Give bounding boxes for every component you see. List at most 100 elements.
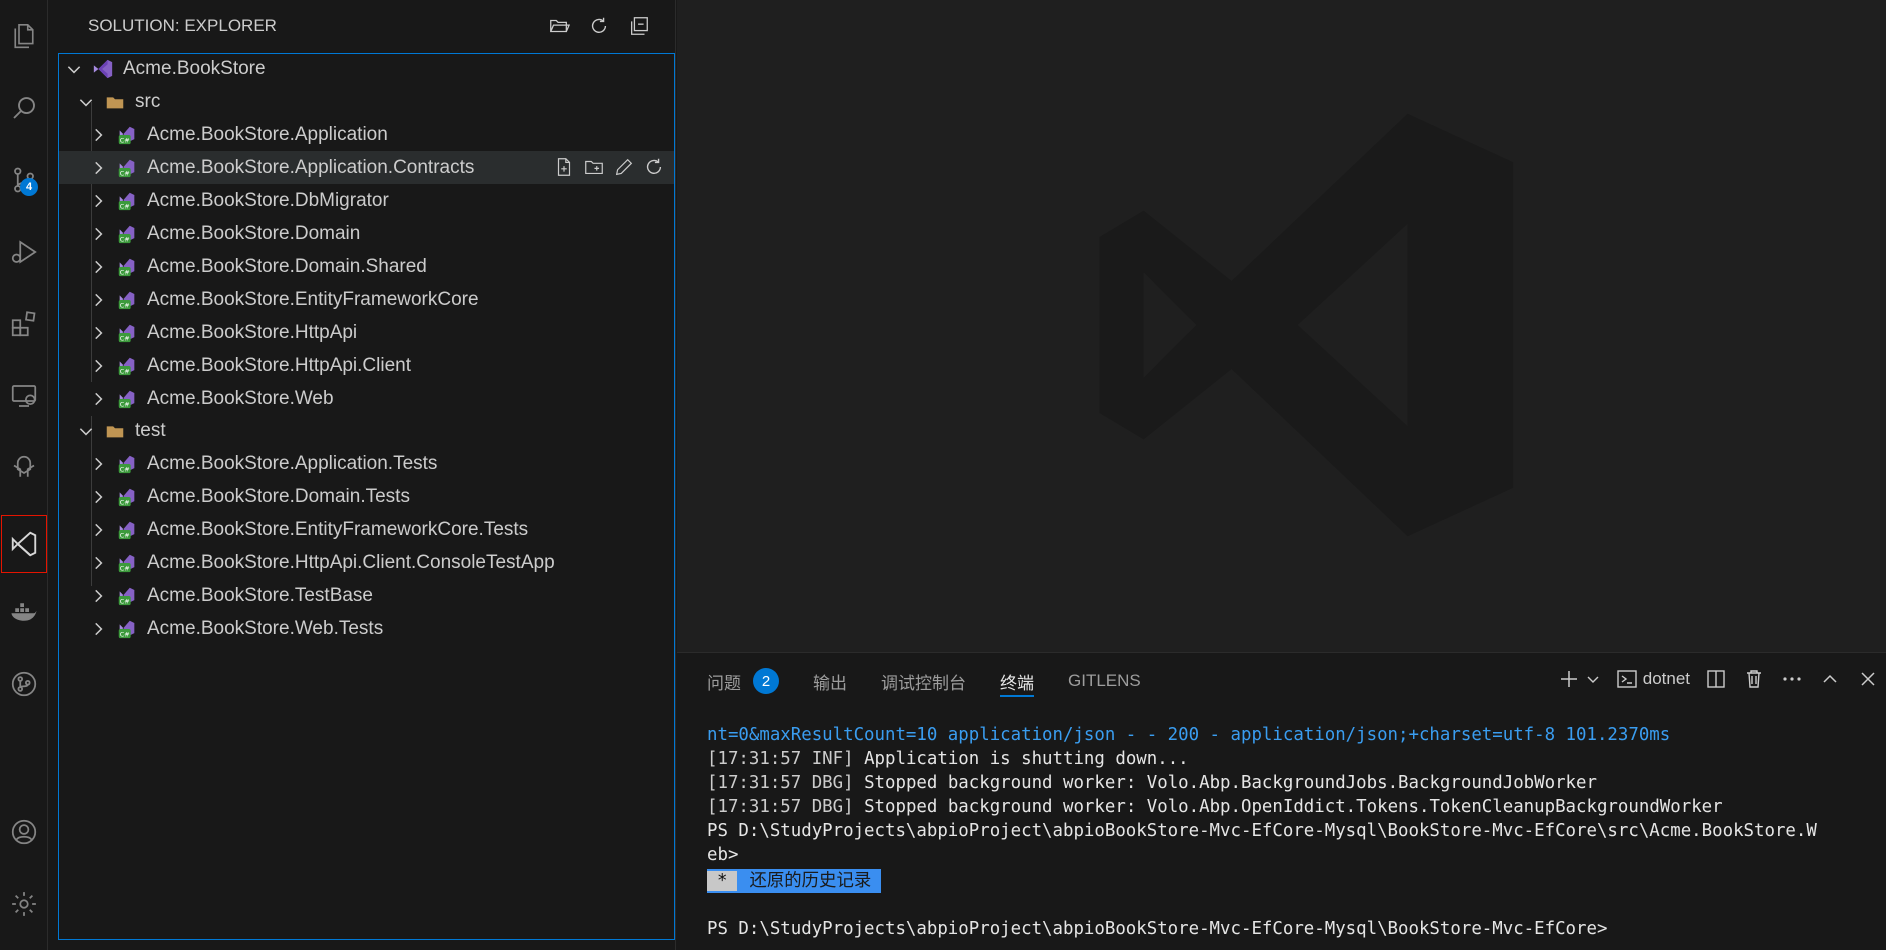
plus-icon [1560,671,1577,687]
source-control-icon[interactable]: 4 [0,156,48,204]
terminal-shell-selector[interactable]: dotnet [1615,667,1690,691]
solution-explorer-icon[interactable] [0,514,48,574]
chevron-down-icon[interactable] [75,420,97,442]
tab-output[interactable]: 输出 [813,653,847,709]
new-terminal-button[interactable] [1557,667,1601,691]
csharp-project-icon: C# [115,387,139,411]
terminal-prompt-line: PS D:\StudyProjects\abpioProject\abpioBo… [707,919,1608,939]
chevron-right-icon[interactable] [87,552,109,574]
split-terminal-icon[interactable] [1704,667,1728,691]
vscode-logo-watermark [1099,113,1514,537]
close-panel-icon[interactable] [1856,667,1880,691]
git-graph-icon[interactable] [0,660,48,708]
chevron-right-icon[interactable] [87,223,109,245]
chevron-right-icon[interactable] [87,124,109,146]
docker-icon[interactable] [0,588,48,636]
chevron-down-icon[interactable] [63,58,85,80]
maximize-panel-icon[interactable] [1818,667,1842,691]
svg-text:C#: C# [120,235,130,243]
chevron-right-icon[interactable] [87,355,109,377]
svg-text:C#: C# [120,597,130,605]
svg-text:C#: C# [120,334,130,342]
terminal-prompt-line: PS D:\StudyProjects\abpioProject\abpioBo… [707,821,1817,841]
project-row[interactable]: C# Acme.BookStore.Domain.Shared [59,250,674,283]
run-debug-icon[interactable] [0,228,48,276]
solution-root-row[interactable]: Acme.BookStore [59,52,674,85]
tab-debug-console[interactable]: 调试控制台 [881,653,966,709]
project-name: Acme.BookStore.Application [147,123,388,145]
row-inline-actions [552,154,666,180]
chevron-right-icon[interactable] [87,157,109,179]
remote-explorer-icon[interactable] [0,372,48,420]
csharp-project-icon: C# [115,518,139,542]
project-row[interactable]: C# Acme.BookStore.Domain [59,217,674,250]
chevron-right-icon[interactable] [87,453,109,475]
project-row[interactable]: C# Acme.BookStore.TestBase [59,579,674,612]
explorer-icon[interactable] [0,12,48,60]
src-folder-row[interactable]: src [59,85,674,118]
project-row[interactable]: C# Acme.BookStore.Domain.Tests [59,480,674,513]
extensions-icon[interactable] [0,300,48,348]
chatgpt-icon[interactable] [0,444,48,492]
project-name: Acme.BookStore.Domain.Tests [147,485,410,507]
new-folder-icon[interactable] [582,154,606,180]
settings-gear-icon[interactable] [0,880,48,928]
open-folder-icon[interactable] [545,12,573,40]
history-text: 还原的历史记录 [749,871,872,891]
tab-problems[interactable]: 问题 2 [707,653,779,709]
tab-problems-label: 问题 [707,673,741,693]
project-name: Acme.BookStore.Domain.Shared [147,255,427,277]
project-row[interactable]: C# Acme.BookStore.DbMigrator [59,184,674,217]
csharp-project-icon: C# [115,452,139,476]
chevron-right-icon[interactable] [87,322,109,344]
chevron-right-icon[interactable] [87,388,109,410]
refresh-icon[interactable] [585,12,613,40]
project-row[interactable]: C# Acme.BookStore.Application.Contracts [59,151,674,184]
rename-pencil-icon[interactable] [612,154,636,180]
project-row[interactable]: C# Acme.BookStore.HttpApi.Client [59,349,674,382]
test-folder-label: test [135,419,166,441]
tab-gitlens[interactable]: GITLENS [1068,653,1141,709]
chevron-right-icon[interactable] [87,486,109,508]
csharp-project-icon: C# [115,321,139,345]
chevron-right-icon[interactable] [87,256,109,278]
test-folder-row[interactable]: test [59,414,674,447]
project-row[interactable]: C# Acme.BookStore.HttpApi.Client.ConsoleT… [59,546,674,579]
refresh-icon[interactable] [642,154,666,180]
project-name: Acme.BookStore.Web.Tests [147,617,384,639]
csharp-project-icon: C# [115,156,139,180]
tab-terminal[interactable]: 终端 [1000,653,1034,709]
project-row[interactable]: C# Acme.BookStore.Application [59,118,674,151]
terminal-output[interactable]: nt=0&maxResultCount=10 application/json … [707,723,1882,941]
chevron-right-icon[interactable] [87,190,109,212]
project-row[interactable]: C# Acme.BookStore.HttpApi [59,316,674,349]
chevron-right-icon[interactable] [87,289,109,311]
chevron-right-icon[interactable] [87,519,109,541]
new-file-icon[interactable] [552,154,576,180]
chevron-right-icon[interactable] [87,618,109,640]
project-name: Acme.BookStore.EntityFrameworkCore [147,288,479,310]
csharp-project-icon: C# [115,222,139,246]
chevron-right-icon[interactable] [87,585,109,607]
activity-bar: 4 [0,0,48,950]
search-icon[interactable] [0,84,48,132]
project-row[interactable]: C# Acme.BookStore.Web.Tests [59,612,674,645]
more-actions-icon[interactable] [1780,667,1804,691]
solution-explorer-sidebar: SOLUTION: EXPLORER Acme.BookStore src C#… [48,0,676,950]
terminal-line: [17:31:57 DBG] Stopped background worker… [707,795,1882,819]
project-row[interactable]: C# Acme.BookStore.Application.Tests [59,447,674,480]
chevron-down-icon[interactable] [75,91,97,113]
accounts-icon[interactable] [0,808,48,856]
svg-text:C#: C# [120,498,130,506]
project-row[interactable]: C# Acme.BookStore.EntityFrameworkCore.Tes… [59,513,674,546]
terminal-prompt-line: eb> [707,845,739,865]
project-row[interactable]: C# Acme.BookStore.Web [59,382,674,415]
solution-name: Acme.BookStore [123,57,266,79]
chevron-down-icon [1587,676,1599,683]
collapse-all-icon[interactable] [625,12,653,40]
svg-text:C#: C# [120,136,130,144]
project-row[interactable]: C# Acme.BookStore.EntityFrameworkCore [59,283,674,316]
kill-terminal-trash-icon[interactable] [1742,667,1766,691]
project-name: Acme.BookStore.Application.Tests [147,452,438,474]
